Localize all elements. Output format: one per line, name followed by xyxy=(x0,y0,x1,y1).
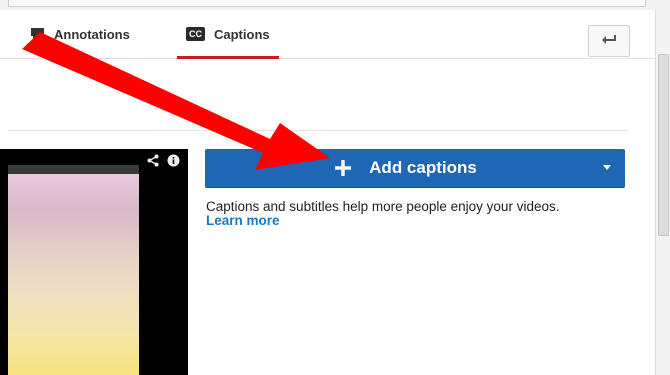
video-thumbnail xyxy=(8,174,139,375)
caret-down-icon[interactable] xyxy=(603,165,611,170)
section-divider xyxy=(8,130,628,131)
add-captions-button[interactable]: Add captions xyxy=(205,149,625,187)
cc-badge: CC xyxy=(186,27,205,41)
tab-bar: Annotations CC Captions xyxy=(0,10,656,59)
vertical-scrollbar[interactable] xyxy=(655,10,670,375)
share-icon[interactable] xyxy=(147,154,159,172)
scrollbar-thumb[interactable] xyxy=(658,54,669,236)
tab-captions[interactable]: CC Captions xyxy=(177,10,279,59)
address-area xyxy=(8,0,646,7)
cc-icon: CC xyxy=(186,27,205,41)
tab-annotations[interactable]: Annotations xyxy=(30,10,130,58)
back-arrow-icon xyxy=(601,32,617,50)
video-icons xyxy=(147,154,180,172)
speech-bubble-icon xyxy=(30,27,45,41)
tab-captions-label: Captions xyxy=(214,26,270,42)
learn-more-link[interactable]: Learn more xyxy=(206,213,280,228)
back-button[interactable] xyxy=(588,25,630,57)
captions-help-text: Captions and subtitles help more people … xyxy=(206,199,560,214)
tab-annotations-label: Annotations xyxy=(54,26,130,42)
add-captions-label: Add captions xyxy=(369,158,477,177)
plus-icon xyxy=(335,160,352,176)
video-preview[interactable] xyxy=(0,149,188,375)
video-top-bar xyxy=(8,165,139,174)
info-icon[interactable] xyxy=(167,154,180,172)
